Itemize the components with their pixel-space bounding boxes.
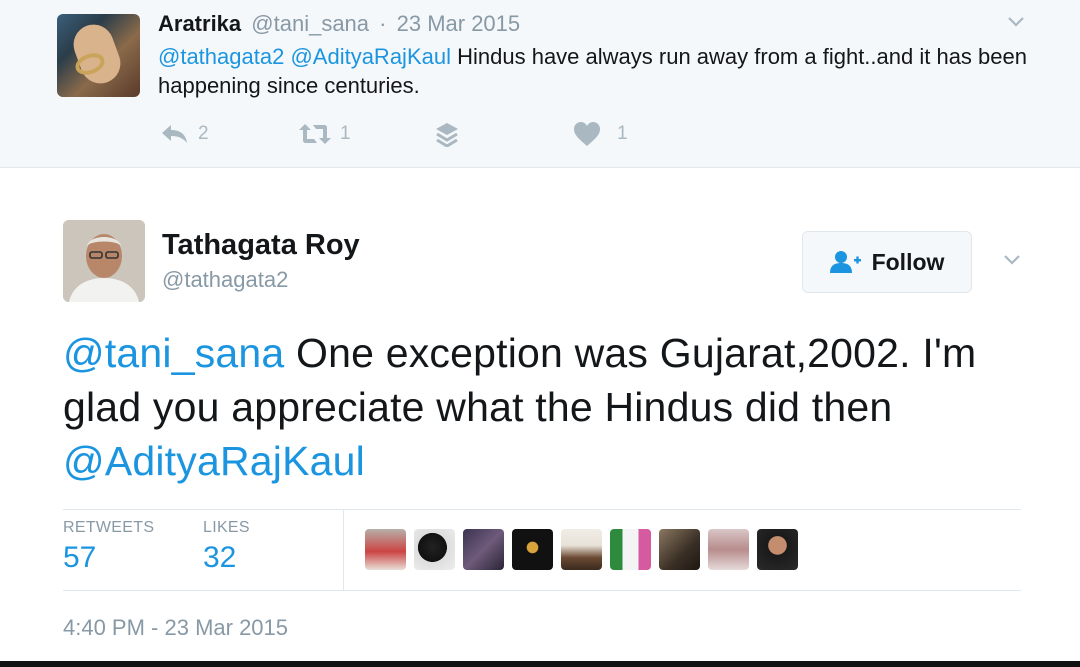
retweets-label: RETWEETS	[63, 519, 155, 536]
reply-tweet[interactable]: Aratrika @tani_sana · 23 Mar 2015 @tatha…	[0, 0, 1080, 168]
chevron-down-icon[interactable]	[1006, 12, 1026, 32]
likers-list	[365, 529, 806, 570]
author-avatar[interactable]	[63, 220, 145, 302]
likes-label: LIKES	[203, 519, 250, 536]
bottom-bar	[0, 661, 1080, 667]
reply-text: @tathagata2 @AdityaRajKaul Hindus have a…	[158, 42, 1038, 100]
mention-link[interactable]: @tani_sana	[63, 330, 284, 376]
author-handle[interactable]: @tathagata2	[162, 267, 288, 293]
reply-date[interactable]: 23 Mar 2015	[397, 11, 521, 36]
follow-label: Follow	[871, 248, 945, 275]
reply-button[interactable]: 2	[160, 120, 209, 148]
divider	[63, 590, 1021, 591]
follow-button[interactable]: Follow	[802, 231, 972, 293]
like-count: 1	[617, 123, 628, 144]
liker-avatar[interactable]	[512, 529, 553, 570]
retweets-value[interactable]: 57	[63, 541, 96, 575]
liker-avatar[interactable]	[414, 529, 455, 570]
mention-link[interactable]: @AdityaRajKaul	[290, 44, 451, 69]
reply-meta-separator: ·	[379, 11, 387, 36]
retweet-count: 1	[340, 123, 351, 144]
mention-link[interactable]: @tathagata2	[158, 44, 284, 69]
liker-avatar[interactable]	[610, 529, 651, 570]
liker-avatar[interactable]	[365, 529, 406, 570]
tweet-timestamp[interactable]: 4:40 PM - 23 Mar 2015	[63, 615, 288, 641]
retweet-icon	[299, 124, 331, 144]
reply-header: Aratrika @tani_sana · 23 Mar 2015	[158, 11, 520, 37]
liker-avatar[interactable]	[463, 529, 504, 570]
like-button[interactable]: 1	[573, 120, 628, 148]
divider	[63, 509, 1021, 510]
reply-author-name[interactable]: Aratrika	[158, 11, 241, 36]
stack-button[interactable]	[434, 120, 460, 148]
chevron-down-icon[interactable]	[1002, 250, 1022, 270]
reply-icon	[162, 125, 187, 143]
liker-avatar[interactable]	[757, 529, 798, 570]
reply-count: 2	[198, 123, 209, 144]
stack-icon	[436, 123, 458, 147]
author-name[interactable]: Tathagata Roy	[162, 229, 360, 262]
liker-avatar[interactable]	[659, 529, 700, 570]
add-user-icon	[829, 251, 861, 273]
divider	[343, 509, 344, 590]
retweet-button[interactable]: 1	[298, 120, 351, 148]
heart-icon	[574, 122, 600, 146]
reply-avatar[interactable]	[57, 14, 140, 97]
tweet-text: @tani_sana One exception was Gujarat,200…	[63, 326, 1053, 488]
liker-avatar[interactable]	[708, 529, 749, 570]
liker-avatar[interactable]	[561, 529, 602, 570]
likes-value[interactable]: 32	[203, 541, 236, 575]
mention-link[interactable]: @AdityaRajKaul	[63, 438, 365, 484]
reply-author-handle[interactable]: @tani_sana	[251, 11, 369, 36]
reply-body: Hindus have always run away from a fight…	[158, 44, 1027, 98]
